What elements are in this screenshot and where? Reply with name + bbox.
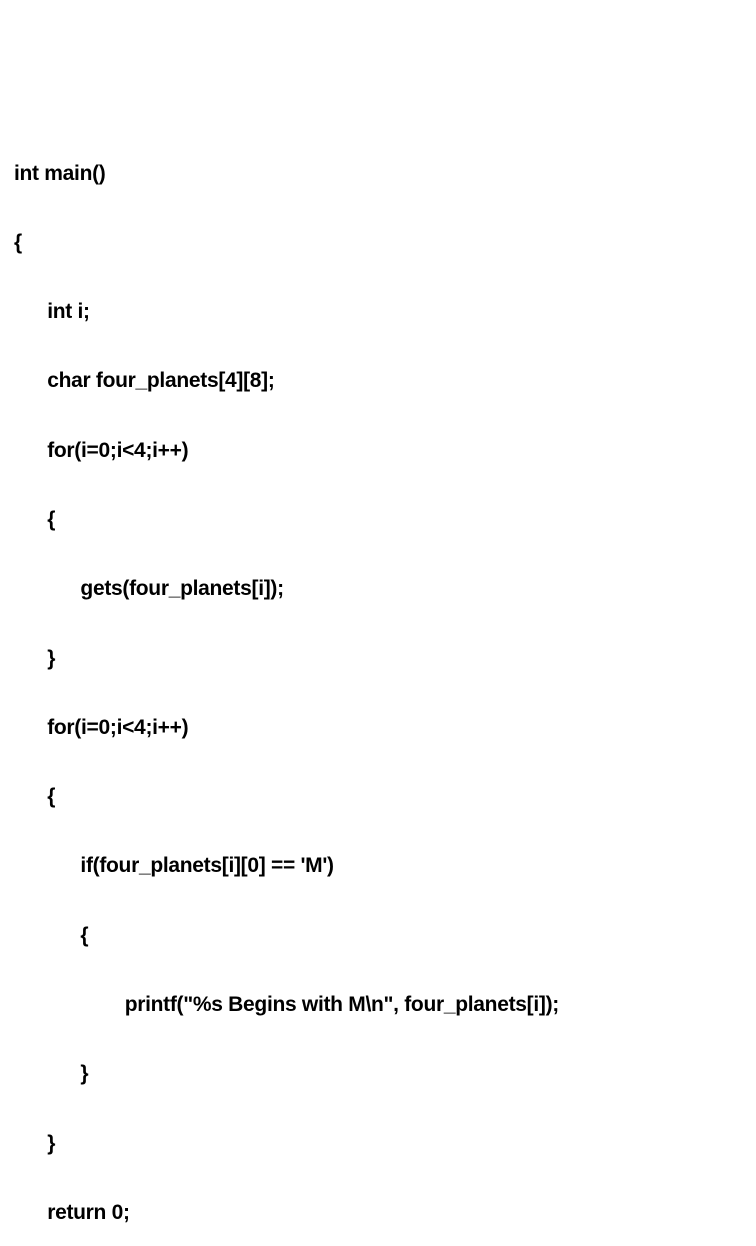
code-line: } bbox=[14, 642, 742, 677]
code-block: int main() { int i; char four_planets[4]… bbox=[14, 122, 742, 1246]
code-line: gets(four_planets[i]); bbox=[14, 572, 742, 607]
code-line: int i; bbox=[14, 295, 742, 330]
code-line: } bbox=[14, 1057, 742, 1092]
code-line: { bbox=[14, 503, 742, 538]
code-line: { bbox=[14, 780, 742, 815]
code-line: } bbox=[14, 1127, 742, 1162]
code-line: for(i=0;i<4;i++) bbox=[14, 711, 742, 746]
code-line: { bbox=[14, 226, 742, 261]
code-line: { bbox=[14, 919, 742, 954]
code-line: return 0; bbox=[14, 1196, 742, 1231]
code-line: printf("%s Begins with M\n", four_planet… bbox=[14, 988, 742, 1023]
code-line: for(i=0;i<4;i++) bbox=[14, 434, 742, 469]
code-line: int main() bbox=[14, 157, 742, 192]
code-line: char four_planets[4][8]; bbox=[14, 364, 742, 399]
code-line: if(four_planets[i][0] == 'M') bbox=[14, 849, 742, 884]
